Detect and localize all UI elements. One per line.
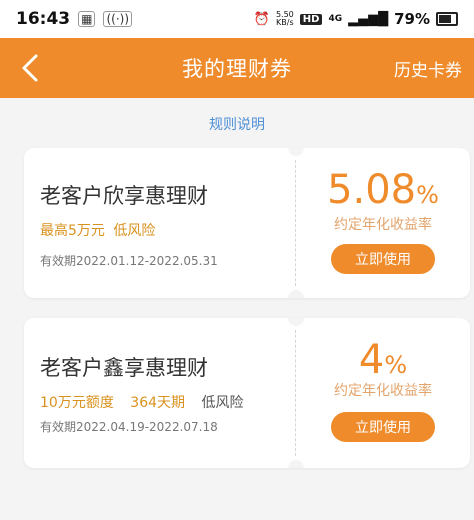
status-bar: 16:43 ▦ ((·)) ⏰ 5.50 KB/s HD 4G ▂▄▆█ 79% (0, 0, 474, 38)
battery-level: 79% (394, 10, 430, 28)
coupon-risk: 低风险 (201, 395, 244, 411)
rules-link[interactable]: 规则说明 (0, 114, 474, 138)
coupon-rate: 5.08% (296, 168, 470, 217)
rate-value: 4 (358, 337, 385, 383)
coupon-card: 老客户欣享惠理财 最高5万元 低风险 有效期2022.01.12-2022.05… (24, 148, 470, 298)
signal-icon: ▂▄▆█ (348, 11, 389, 27)
use-now-button[interactable]: 立即使用 (331, 244, 435, 274)
use-now-button[interactable]: 立即使用 (331, 412, 435, 442)
rate-unit: % (384, 351, 408, 379)
status-bar-right: ⏰ 5.50 KB/s HD 4G ▂▄▆█ 79% (254, 10, 458, 28)
coupon-name: 老客户欣享惠理财 (40, 184, 208, 208)
chevron-left-icon (22, 54, 38, 82)
net-speed: 5.50 KB/s (276, 11, 294, 27)
coupon-tags: 10万元额度 364天期 低风险 (40, 392, 243, 412)
coupon-limit: 最高5万元 (40, 223, 105, 239)
coupon-validity: 有效期2022.01.12-2022.05.31 (40, 254, 218, 268)
back-button[interactable] (14, 50, 50, 86)
history-coupons-link[interactable]: 历史卡券 (394, 56, 462, 81)
page-title: 我的理财券 (182, 57, 292, 81)
app-notification-icon: ▦ (78, 11, 96, 27)
net-speed-unit: KB/s (276, 18, 294, 27)
rate-label: 约定年化收益率 (334, 383, 432, 399)
coupon-term: 364天期 (130, 395, 186, 411)
status-bar-left: 16:43 ▦ ((·)) (16, 9, 133, 29)
hd-badge: HD (299, 13, 323, 25)
status-time: 16:43 (16, 9, 71, 29)
coupon-validity: 有效期2022.04.19-2022.07.18 (40, 420, 218, 434)
coupon-tags: 最高5万元 低风险 (40, 220, 155, 240)
rate-label: 约定年化收益率 (334, 217, 432, 233)
nav-bar: 我的理财券 历史卡券 (0, 38, 474, 98)
network-type: 4G (328, 14, 343, 24)
rate-unit: % (416, 181, 439, 209)
coupon-rate-area: 4% 约定年化收益率 立即使用 (296, 318, 470, 468)
battery-icon (436, 12, 458, 26)
coupon-name: 老客户鑫享惠理财 (40, 356, 208, 380)
coupon-risk: 低风险 (113, 223, 156, 239)
hotspot-icon: ((·)) (103, 11, 133, 27)
coupon-limit: 10万元额度 (40, 395, 114, 411)
coupon-rate-area: 5.08% 约定年化收益率 立即使用 (296, 148, 470, 298)
rate-value: 5.08 (327, 167, 417, 213)
alarm-icon: ⏰ (253, 11, 270, 27)
coupon-card: 老客户鑫享惠理财 10万元额度 364天期 低风险 有效期2022.04.19-… (24, 318, 470, 468)
